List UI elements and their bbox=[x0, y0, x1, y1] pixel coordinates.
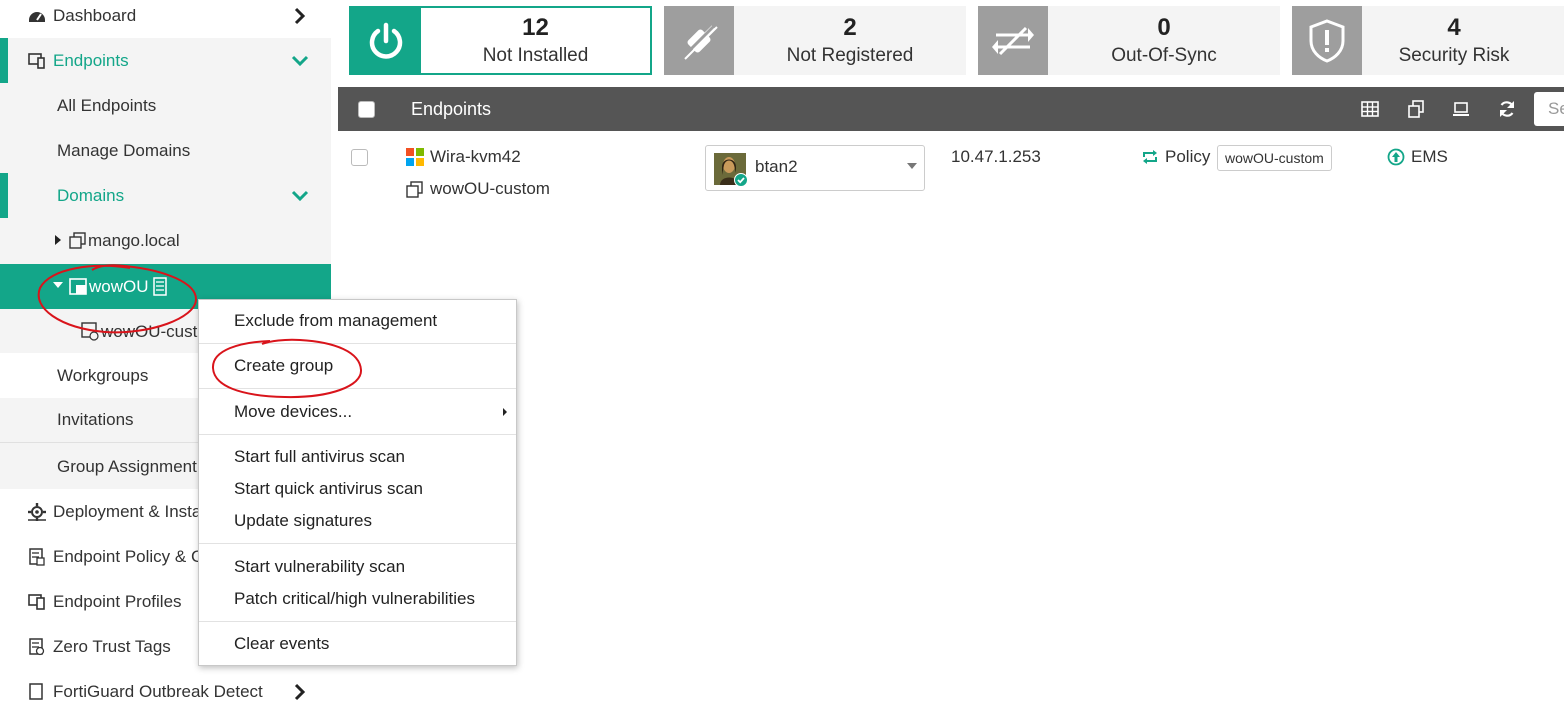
menu-item-update-signatures[interactable]: Update signatures bbox=[234, 511, 372, 531]
tree-node-label: wowOU-cust bbox=[101, 321, 198, 341]
sidebar-item-label: Endpoint Policy & C bbox=[53, 546, 204, 566]
outbreak-icon bbox=[26, 682, 48, 702]
sidebar-item-fortiguard[interactable]: FortiGuard Outbreak Detect bbox=[0, 669, 331, 714]
sidebar-item-label: Zero Trust Tags bbox=[53, 636, 171, 656]
stat-card-security-risk[interactable]: 4 Security Risk bbox=[1292, 6, 1564, 75]
sync-icon bbox=[1143, 150, 1157, 164]
menu-item-full-scan[interactable]: Start full antivirus scan bbox=[234, 447, 405, 467]
sidebar-item-label: FortiGuard Outbreak Detect bbox=[53, 681, 263, 701]
verified-check-icon bbox=[734, 173, 748, 187]
sidebar-item-domains[interactable]: Domains bbox=[0, 173, 331, 218]
endpoint-group: wowOU-custom bbox=[430, 179, 550, 198]
laptop-icon[interactable] bbox=[1451, 99, 1471, 119]
sidebar-item-label: All Endpoints bbox=[57, 95, 157, 115]
sidebar-item-all-endpoints[interactable]: All Endpoints bbox=[0, 83, 331, 128]
unplugged-icon bbox=[664, 6, 734, 75]
context-menu: Exclude from management Create group Mov… bbox=[198, 299, 517, 666]
stat-count: 4 bbox=[1447, 13, 1461, 41]
stat-count: 0 bbox=[1157, 13, 1171, 41]
table-title: Endpoints bbox=[411, 98, 492, 119]
menu-item-vuln-scan[interactable]: Start vulnerability scan bbox=[234, 557, 405, 577]
user-name: btan2 bbox=[755, 157, 798, 176]
caret-down-icon bbox=[53, 282, 63, 288]
menu-item-quick-scan[interactable]: Start quick antivirus scan bbox=[234, 479, 423, 499]
stat-count: 12 bbox=[522, 13, 549, 41]
menu-item-clear-events[interactable]: Clear events bbox=[234, 634, 329, 654]
dashboard-icon bbox=[26, 6, 48, 26]
sidebar-item-label: Group Assignment bbox=[57, 456, 197, 476]
stat-label: Security Risk bbox=[1398, 44, 1510, 66]
menu-divider bbox=[199, 434, 516, 435]
custom-group-icon bbox=[81, 322, 99, 341]
policy-tag[interactable]: wowOU-custom bbox=[1217, 145, 1332, 171]
org-unit-icon bbox=[69, 278, 87, 295]
submenu-caret-icon bbox=[503, 408, 507, 416]
menu-divider bbox=[199, 388, 516, 389]
dropdown-caret-icon bbox=[907, 163, 917, 169]
table-header: Endpoints Se bbox=[338, 87, 1564, 131]
stat-count: 2 bbox=[843, 13, 857, 41]
refresh-icon[interactable] bbox=[1497, 99, 1517, 119]
policy-icon bbox=[26, 547, 48, 567]
endpoints-icon bbox=[26, 51, 48, 71]
tree-node-mango-local[interactable]: mango.local bbox=[0, 218, 331, 263]
menu-divider bbox=[199, 621, 516, 622]
windows-icon bbox=[406, 148, 424, 166]
tag-list-icon bbox=[26, 637, 48, 657]
domain-icon bbox=[69, 232, 86, 249]
sidebar-item-label: Domains bbox=[57, 185, 125, 205]
menu-item-move-devices[interactable]: Move devices... bbox=[234, 402, 352, 422]
sidebar-item-label: Dashboard bbox=[53, 5, 137, 25]
stat-card-out-of-sync[interactable]: 0 Out-Of-Sync bbox=[978, 6, 1280, 75]
shield-alert-icon bbox=[1292, 6, 1362, 75]
row-checkbox[interactable] bbox=[351, 149, 368, 166]
tree-node-label: mango.local bbox=[88, 230, 180, 250]
policy-label: Policy bbox=[1165, 147, 1211, 166]
sidebar-item-label: Endpoints bbox=[53, 50, 129, 70]
sidebar-item-manage-domains[interactable]: Manage Domains bbox=[0, 128, 331, 173]
managed-by: EMS bbox=[1411, 147, 1448, 166]
chevron-down-icon bbox=[291, 190, 309, 202]
endpoint-hostname[interactable]: Wira-kvm42 bbox=[430, 147, 521, 167]
stat-label: Not Installed bbox=[482, 44, 589, 66]
sidebar-item-label: Invitations bbox=[57, 410, 134, 429]
menu-item-exclude[interactable]: Exclude from management bbox=[234, 311, 437, 331]
menu-divider bbox=[199, 543, 516, 544]
stat-card-not-installed[interactable]: 12 Not Installed bbox=[349, 6, 652, 75]
ems-upload-icon bbox=[1387, 148, 1405, 166]
sidebar-item-label: Manage Domains bbox=[57, 140, 191, 160]
chevron-right-icon bbox=[294, 7, 306, 25]
tree-node-label: wowOU bbox=[89, 276, 149, 296]
profiles-icon bbox=[26, 592, 48, 612]
menu-divider bbox=[199, 343, 516, 344]
stat-label: Out-Of-Sync bbox=[1111, 44, 1217, 66]
sidebar-item-label: Deployment & Insta bbox=[53, 501, 202, 521]
columns-icon[interactable] bbox=[1360, 99, 1380, 119]
sidebar-item-label: Endpoint Profiles bbox=[53, 591, 182, 611]
sidebar-item-endpoints[interactable]: Endpoints bbox=[0, 38, 331, 83]
out-of-sync-icon bbox=[978, 6, 1048, 75]
stat-card-not-registered[interactable]: 2 Not Registered bbox=[664, 6, 966, 75]
document-icon bbox=[153, 277, 167, 296]
endpoint-ip: 10.47.1.253 bbox=[951, 147, 1041, 166]
power-icon bbox=[351, 8, 421, 73]
sidebar-item-label: Workgroups bbox=[57, 365, 149, 385]
sidebar-item-dashboard[interactable]: Dashboard bbox=[0, 0, 331, 38]
stat-label: Not Registered bbox=[786, 44, 914, 66]
gear-icon bbox=[26, 502, 48, 522]
caret-right-icon bbox=[55, 235, 61, 245]
chevron-right-icon bbox=[294, 683, 306, 701]
search-input[interactable]: Se bbox=[1534, 92, 1564, 126]
select-all-checkbox[interactable] bbox=[358, 101, 375, 118]
copy-icon[interactable] bbox=[1406, 99, 1426, 119]
group-icon bbox=[406, 181, 423, 198]
chevron-down-icon bbox=[291, 55, 309, 67]
menu-item-create-group[interactable]: Create group bbox=[234, 356, 333, 376]
menu-item-patch[interactable]: Patch critical/high vulnerabilities bbox=[234, 589, 475, 609]
user-select[interactable]: btan2 bbox=[705, 145, 925, 191]
